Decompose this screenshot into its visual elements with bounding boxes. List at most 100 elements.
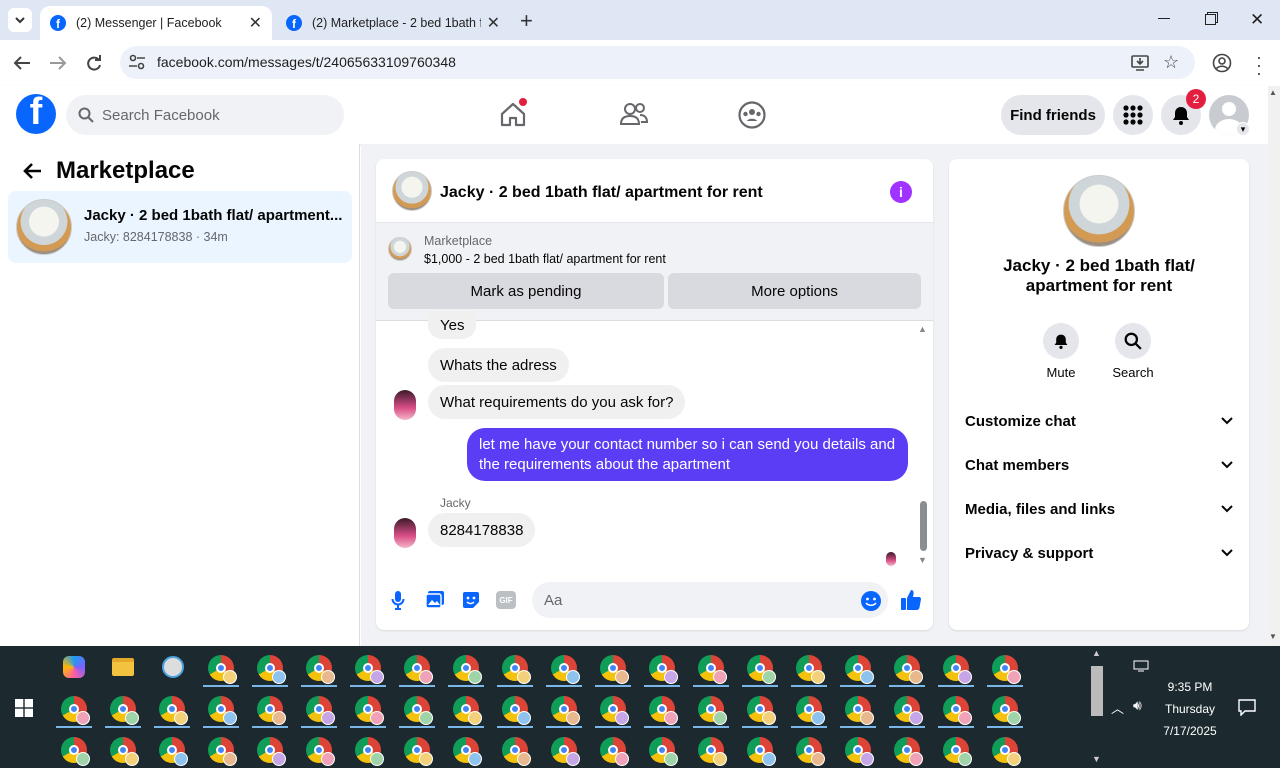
message-bubble[interactable]: Whats the adress	[428, 348, 569, 382]
facebook-logo-icon[interactable]: f	[16, 94, 56, 134]
chrome-profile-icon[interactable]	[747, 737, 776, 766]
chrome-profile-icon[interactable]	[551, 655, 580, 684]
account-dropdown-icon[interactable]: ▾	[1236, 122, 1250, 136]
reload-icon[interactable]	[86, 54, 102, 72]
friends-icon[interactable]	[620, 102, 648, 126]
chrome-profile-icon[interactable]	[600, 737, 629, 766]
page-scroll-up-arrow[interactable]: ▲	[1269, 88, 1277, 97]
chrome-profile-icon[interactable]	[943, 655, 972, 684]
chrome-profile-icon[interactable]	[943, 737, 972, 766]
tab-search-dropdown[interactable]	[8, 8, 32, 32]
chrome-profile-icon[interactable]	[894, 696, 923, 725]
chat-scroll-up-arrow[interactable]: ▲	[918, 324, 927, 334]
chrome-profile-icon[interactable]	[698, 696, 727, 725]
browser-menu-icon[interactable]: · · ·	[1256, 48, 1262, 82]
url-text[interactable]: facebook.com/messages/t/2406563310976034…	[157, 54, 456, 70]
chrome-profile-icon[interactable]	[845, 696, 874, 725]
chrome-profile-icon[interactable]	[649, 737, 678, 766]
chrome-profile-icon[interactable]	[453, 655, 482, 684]
chrome-profile-icon[interactable]	[992, 737, 1021, 766]
minimize-window-icon[interactable]	[1158, 18, 1170, 19]
message-input[interactable]: Aa	[532, 582, 888, 618]
gif-button[interactable]: GIF	[496, 591, 516, 609]
back-arrow-icon[interactable]	[13, 55, 31, 71]
chrome-profile-icon[interactable]	[894, 737, 923, 766]
taskbar-scrollbar-thumb[interactable]	[1091, 666, 1103, 716]
chrome-profile-icon[interactable]	[110, 737, 139, 766]
chrome-profile-icon[interactable]	[208, 655, 237, 684]
file-explorer-icon[interactable]	[112, 658, 134, 676]
chrome-profile-icon[interactable]	[404, 655, 433, 684]
sender-avatar[interactable]	[394, 390, 416, 420]
chrome-profile-icon[interactable]	[502, 737, 531, 766]
chrome-profile-icon[interactable]	[845, 655, 874, 684]
chrome-profile-icon[interactable]	[257, 696, 286, 725]
volume-icon[interactable]: 🔊︎	[1133, 697, 1142, 714]
new-tab-button[interactable]: +	[520, 8, 533, 34]
chrome-profile-icon[interactable]	[943, 696, 972, 725]
taskbar-scroll-up[interactable]: ▲	[1092, 648, 1101, 658]
profile-icon[interactable]	[1212, 53, 1232, 73]
chrome-profile-icon[interactable]	[796, 655, 825, 684]
chrome-profile-icon[interactable]	[306, 655, 335, 684]
chrome-profile-icon[interactable]	[551, 696, 580, 725]
restore-window-icon[interactable]	[1205, 14, 1216, 25]
chrome-profile-icon[interactable]	[796, 737, 825, 766]
chrome-profile-icon[interactable]	[698, 655, 727, 684]
chrome-profile-icon[interactable]	[159, 696, 188, 725]
media-files-links-section[interactable]: Media, files and links	[965, 493, 1233, 525]
chrome-profile-icon[interactable]	[502, 655, 531, 684]
message-bubble[interactable]: Yes	[428, 311, 477, 339]
chrome-profile-icon[interactable]	[502, 696, 531, 725]
sender-avatar[interactable]	[394, 518, 416, 548]
chrome-profile-icon[interactable]	[257, 737, 286, 766]
attach-photo-icon[interactable]	[425, 590, 445, 610]
site-info-icon[interactable]	[128, 54, 146, 70]
chrome-profile-icon[interactable]	[796, 696, 825, 725]
customize-chat-section[interactable]: Customize chat	[965, 405, 1233, 437]
chrome-profile-icon[interactable]	[355, 696, 384, 725]
paint-icon[interactable]	[162, 656, 184, 678]
taskbar-scroll-down[interactable]: ▼	[1092, 754, 1101, 764]
chrome-profile-icon[interactable]	[159, 737, 188, 766]
mute-button[interactable]	[1043, 323, 1079, 359]
page-scroll-down-arrow[interactable]: ▼	[1269, 632, 1277, 641]
chrome-profile-icon[interactable]	[110, 696, 139, 725]
forward-arrow-icon[interactable]	[49, 55, 67, 71]
sticker-icon[interactable]	[461, 590, 481, 610]
chrome-profile-icon[interactable]	[355, 655, 384, 684]
conversation-info-button[interactable]: i	[890, 181, 912, 203]
chrome-profile-icon[interactable]	[306, 737, 335, 766]
back-arrow-icon[interactable]	[22, 162, 42, 180]
bookmark-star-icon[interactable]: ☆	[1163, 52, 1179, 73]
listing-thumbnail[interactable]	[392, 171, 432, 211]
chrome-profile-icon[interactable]	[453, 696, 482, 725]
more-options-button[interactable]: More options	[668, 273, 921, 309]
chrome-profile-icon[interactable]	[845, 737, 874, 766]
show-hidden-icons[interactable]: ︿	[1111, 698, 1124, 717]
close-tab-icon[interactable]: ✕	[249, 13, 262, 33]
notification-center-icon[interactable]	[1238, 699, 1256, 716]
chrome-profile-icon[interactable]	[649, 655, 678, 684]
taskbar-clock[interactable]: 9:35 PM Thursday 7/17/2025	[1150, 676, 1230, 742]
conversation-title[interactable]: Jacky · 2 bed 1bath flat/ apartment for …	[440, 184, 763, 202]
thumbs-up-icon[interactable]	[900, 589, 922, 611]
chat-members-section[interactable]: Chat members	[965, 449, 1233, 481]
emoji-icon[interactable]	[860, 590, 882, 612]
chrome-profile-icon[interactable]	[61, 737, 90, 766]
outgoing-message-bubble[interactable]: let me have your contact number so i can…	[467, 428, 908, 481]
listing-photo[interactable]	[1063, 175, 1135, 247]
groups-icon[interactable]	[738, 101, 766, 129]
menu-button[interactable]	[1113, 95, 1153, 135]
close-tab-icon[interactable]: ✕	[487, 13, 500, 33]
chrome-profile-icon[interactable]	[992, 655, 1021, 684]
close-window-icon[interactable]: ✕	[1250, 10, 1264, 30]
install-app-icon[interactable]	[1131, 55, 1149, 71]
chrome-profile-icon[interactable]	[747, 655, 776, 684]
tab-marketplace[interactable]: f (2) Marketplace - 2 bed 1bath f ✕	[276, 6, 510, 40]
microphone-icon[interactable]	[391, 590, 405, 610]
chrome-profile-icon[interactable]	[208, 737, 237, 766]
chrome-profile-icon[interactable]	[894, 655, 923, 684]
facebook-search-input[interactable]: Search Facebook	[66, 95, 344, 135]
listing-title[interactable]: $1,000 - 2 bed 1bath flat/ apartment for…	[424, 252, 666, 266]
